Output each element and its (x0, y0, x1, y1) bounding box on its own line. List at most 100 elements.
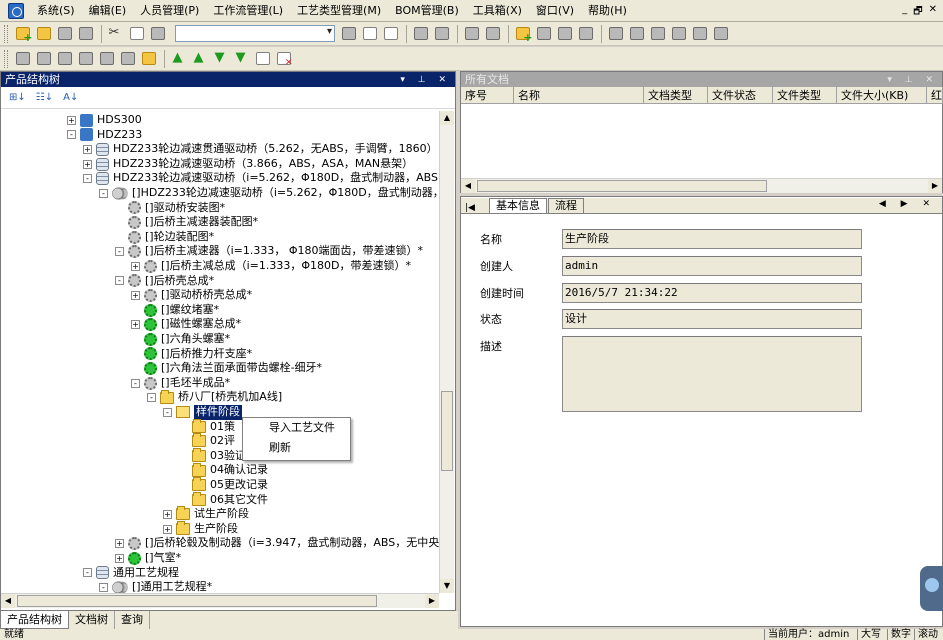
scroll-right-icon[interactable]: ▶ (425, 594, 439, 608)
minimize-icon[interactable]: _ (902, 4, 907, 21)
tree-node[interactable]: 04确认记录 (179, 462, 268, 478)
expand-toggle-icon[interactable]: + (67, 115, 76, 125)
column-file-type[interactable]: 文件类型 (773, 87, 837, 104)
expand-toggle-icon[interactable]: + (83, 159, 92, 169)
column-file-status[interactable]: 文件状态 (708, 87, 773, 104)
tree-node[interactable]: - []后桥壳总成* (115, 274, 214, 289)
doc-button-3[interactable] (381, 24, 400, 43)
menu-process-type[interactable]: 工艺类型管理(M) (290, 1, 388, 21)
tab-nav-icons[interactable]: ◀ ▶ ✕ (879, 199, 936, 209)
tree-node[interactable]: []后桥推力杆支座* (131, 347, 252, 362)
assistant-widget-icon[interactable] (920, 566, 943, 611)
tree-node[interactable]: + 试生产阶段 (163, 506, 249, 522)
tree-node[interactable]: []六角法兰面承面带齿螺栓-细牙* (131, 361, 322, 376)
menu-edit[interactable]: 编辑(E) (82, 1, 134, 21)
tab-workflow[interactable]: 流程 (547, 198, 584, 213)
tree-node[interactable]: + HDZ233轮边减速驱动桥（3.866，ABS，ASA，MAN悬架） (83, 157, 413, 172)
doc-button-7[interactable] (483, 24, 502, 43)
expand-toggle-icon[interactable]: + (83, 144, 92, 154)
collapse-toggle-icon[interactable]: - (83, 174, 92, 184)
toolbar-grip[interactable] (4, 49, 8, 68)
check-button[interactable] (253, 49, 272, 68)
tab-query[interactable]: 查询 (115, 611, 150, 629)
scroll-right-icon[interactable]: ▶ (928, 179, 942, 193)
pane-controls[interactable]: ▾ ⊥ ✕ (887, 72, 938, 88)
close-icon[interactable]: ✕ (929, 4, 937, 21)
menu-item-refresh[interactable]: 刷新 (243, 438, 350, 458)
tool-button-3[interactable] (576, 24, 595, 43)
creator-field[interactable]: admin (562, 256, 862, 276)
collapse-icon[interactable]: ☷↓ (36, 92, 53, 103)
collapse-toggle-icon[interactable]: - (115, 276, 124, 286)
add-process-button[interactable] (513, 24, 533, 44)
tree-node[interactable]: - []HDZ233轮边减速驱动桥（i=5.262，Φ180D，盘式制动器，ABS (99, 186, 439, 201)
tree-node[interactable]: []后桥主减速器装配图* (115, 215, 258, 230)
save-button[interactable] (55, 24, 74, 43)
tree-node[interactable]: + []后桥轮毂及制动器（i=3.947，盘式制动器，ABS，无中央 (115, 536, 439, 551)
tree-tool-button-2[interactable] (34, 49, 53, 68)
print-button[interactable] (76, 24, 95, 43)
tree-node[interactable]: []六角头螺塞* (131, 332, 230, 347)
column-extra[interactable]: 红 (927, 87, 943, 104)
collapse-toggle-icon[interactable]: - (115, 247, 124, 257)
expand-toggle-icon[interactable]: + (131, 290, 140, 300)
tree-tool-button-4[interactable] (76, 49, 95, 68)
doc-button-4[interactable] (411, 24, 430, 43)
tree-node[interactable]: - []毛坯半成品* (131, 376, 230, 391)
menu-help[interactable]: 帮助(H) (581, 1, 634, 21)
menu-item-import-process-file[interactable]: 导入工艺文件 (243, 418, 350, 438)
tab-document-tree[interactable]: 文档树 (69, 611, 115, 629)
scroll-left-icon[interactable]: ◀ (461, 179, 475, 193)
tree-node[interactable]: []轮边装配图* (115, 230, 214, 245)
collapse-toggle-icon[interactable]: - (99, 188, 108, 198)
tool-button-4[interactable] (606, 24, 625, 43)
app-icon[interactable] (8, 2, 24, 19)
toolbar-combo[interactable] (175, 25, 335, 42)
scroll-up-icon[interactable]: ▲ (440, 111, 454, 125)
tool-button-9[interactable] (711, 24, 730, 43)
scroll-left-icon[interactable]: ◀ (1, 594, 15, 608)
tree-node[interactable]: + 生产阶段 (163, 521, 238, 537)
tool-button-6[interactable] (648, 24, 667, 43)
column-doc-type[interactable]: 文档类型 (644, 87, 708, 104)
tree-node[interactable]: []螺纹堵塞* (131, 303, 219, 318)
tree-tool-button-3[interactable] (55, 49, 74, 68)
tree-tool-button-5[interactable] (97, 49, 116, 68)
tool-button-8[interactable] (690, 24, 709, 43)
tab-basic-info[interactable]: 基本信息 (488, 198, 547, 213)
toolbar-grip[interactable] (4, 24, 8, 43)
paste-button[interactable] (148, 24, 167, 43)
collapse-toggle-icon[interactable]: - (83, 568, 92, 578)
copy-button[interactable] (127, 24, 146, 43)
expand-toggle-icon[interactable]: + (115, 539, 124, 549)
expand-toggle-icon[interactable]: + (163, 524, 172, 534)
expand-toggle-icon[interactable]: + (131, 261, 140, 271)
tree-node[interactable]: + []后桥主减总成（i=1.333，Φ180D，带差速锁）* (131, 259, 411, 274)
collapse-toggle-icon[interactable]: - (131, 378, 140, 388)
cut-button[interactable] (106, 24, 125, 43)
tree-node[interactable]: - 桥八厂[桥壳机加A线] (147, 389, 282, 405)
menu-toolbox[interactable]: 工具箱(X) (466, 1, 529, 21)
tree-node[interactable]: + []气室* (115, 551, 181, 566)
move-down-button[interactable] (211, 49, 230, 68)
tree-node[interactable]: - []通用工艺规程* (99, 580, 212, 593)
scroll-down-icon[interactable]: ▼ (440, 579, 454, 593)
expand-toggle-icon[interactable]: + (115, 553, 124, 563)
menu-bom[interactable]: BOM管理(B) (388, 1, 466, 21)
tree-node[interactable]: + HDZ233轮边减速贯通驱动桥（5.262，无ABS，手调臂，1860） (83, 142, 438, 157)
tree-node[interactable]: - 通用工艺规程 (83, 566, 179, 581)
menu-personnel[interactable]: 人员管理(P) (133, 1, 206, 21)
tab-nav-first-icon[interactable]: |◀ (465, 203, 475, 213)
tool-button-5[interactable] (627, 24, 646, 43)
tree-vertical-scrollbar[interactable]: ▲ ▼ (439, 111, 454, 593)
restore-icon[interactable]: 🗗 (913, 4, 922, 21)
column-index[interactable]: 序号 (461, 87, 514, 104)
menu-system[interactable]: 系统(S) (30, 1, 82, 21)
tab-product-tree[interactable]: 产品结构树 (0, 611, 69, 629)
expand-icon[interactable]: ⊞↓ (9, 92, 26, 103)
tree-node[interactable]: - HDZ233 (67, 128, 142, 143)
sort-icon[interactable]: A↓ (63, 92, 78, 103)
tree-node[interactable]: []驱动桥安装图* (115, 201, 225, 216)
tree-node[interactable]: 01策 (179, 418, 235, 435)
pane-controls[interactable]: ▾ ⊥ ✕ (400, 72, 451, 88)
